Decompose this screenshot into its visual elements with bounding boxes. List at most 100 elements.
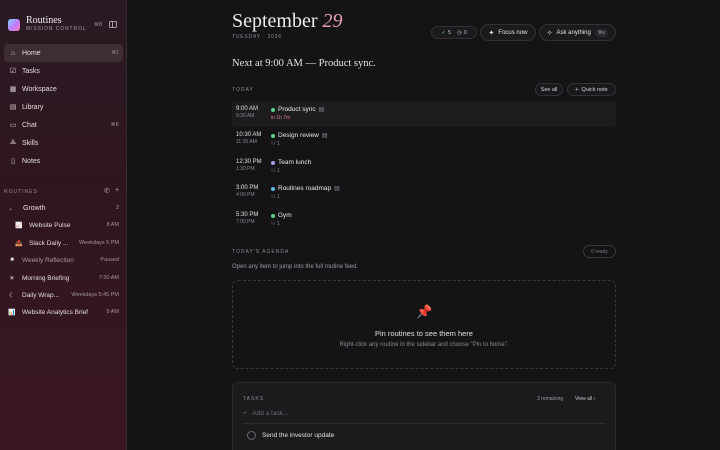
routine-schedule: 9 AM	[106, 309, 119, 315]
main-content: September 29 TUESDAY · 2026 ✓ 5 ◷ 0 ✦ Fo…	[128, 0, 720, 450]
square-icon: ■	[10, 257, 14, 263]
empty-state-title: Pin routines to see them here	[375, 329, 473, 338]
tasks-remaining-count: 3 remaining	[537, 396, 564, 402]
routine-schedule: 7:30 AM	[98, 275, 119, 281]
event-status-dot	[271, 134, 275, 139]
event-start-time: 3:00 PM	[236, 185, 259, 192]
routines-section-header: ROUTINES ✆ +	[4, 187, 123, 196]
sidebar-item-workspace[interactable]: ▦ Workspace	[4, 80, 123, 98]
event-end-time: 9:30 AM	[236, 113, 255, 119]
done-count: 5	[447, 29, 451, 36]
grid-icon: ▦	[9, 86, 17, 93]
task-checkbox[interactable]	[247, 431, 256, 440]
check-circle-icon: ✓	[441, 29, 446, 36]
focus-label: Focus now	[498, 29, 528, 36]
sidebar-item-label: Workspace	[22, 85, 57, 93]
routine-name: Slack Daily ...	[29, 239, 69, 247]
event-row[interactable]: 12:30 PM 1:30 PM Team lunch ⚇ 1	[232, 154, 616, 180]
ask-shortcut: ⌘K	[594, 28, 609, 37]
event-start-time: 5:30 PM	[236, 211, 259, 218]
pending-count: 0	[463, 29, 467, 36]
add-routine-icon[interactable]: +	[115, 187, 119, 194]
routine-schedule: Weekdays 5:45 PM	[71, 292, 119, 298]
focus-now-button[interactable]: ✦ Focus now	[480, 24, 536, 41]
sidebar-item-skills[interactable]: ⟁ Skills	[4, 134, 123, 152]
routine-item[interactable]: 📥 Slack Daily ... Weekdays 5 PM	[4, 236, 123, 250]
moon-icon: ☾	[9, 292, 15, 299]
skills-icon: ⟁	[9, 139, 17, 146]
attendee-count: 1	[276, 220, 280, 227]
notes-icon: ▤	[334, 186, 340, 193]
phone-icon[interactable]: ✆	[104, 187, 110, 195]
routine-item[interactable]: 📈 Website Pulse 8 AM	[4, 218, 123, 232]
agenda-section-label: TODAY'S AGENDA	[232, 249, 290, 255]
quick-note-label: Quick note	[581, 86, 608, 93]
event-status-dot	[271, 160, 275, 165]
event-start-time: 12:30 PM	[236, 158, 262, 165]
event-start-time: 10:30 AM	[236, 132, 262, 139]
event-status-dot	[271, 187, 275, 192]
month: September	[232, 10, 318, 32]
sidebar-item-notes[interactable]: ▯ Notes	[4, 152, 123, 170]
chevron-right-icon: ›	[593, 396, 596, 402]
routine-item[interactable]: 📊 Website Analytics Brief 9 AM	[4, 305, 123, 319]
routine-item[interactable]: ☀ Morning Briefing 7:30 AM	[4, 271, 123, 285]
sparkle-icon: ✦	[488, 29, 495, 37]
event-end-time: 4:00 PM	[236, 192, 255, 199]
sidebar-item-label: Tasks	[22, 67, 40, 75]
chart-icon: 📈	[15, 222, 23, 229]
page-title: September 29	[232, 10, 343, 33]
group-name: Growth	[23, 204, 46, 212]
event-row[interactable]: 3:00 PM 4:00 PM Routines roadmap ▤ ⚇ 1	[232, 180, 616, 206]
event-row[interactable]: 10:30 AM 11:15 AM Design review ▤ ⚇ 1	[232, 127, 616, 153]
chevron-down-icon: ⌄	[8, 205, 14, 212]
event-start-time: 9:00 AM	[236, 106, 259, 112]
book-icon: ▤	[9, 104, 17, 111]
note-icon: ▯	[11, 158, 15, 165]
event-countdown: in 1h 7m	[271, 115, 291, 121]
task-item[interactable]: Send the investor update	[247, 431, 334, 440]
app-logo	[8, 18, 20, 31]
event-list: 9:00 AM 9:30 AM Product sync ▤ in 1h 7m 10:30…	[232, 101, 616, 233]
sidebar-item-label: Library	[22, 103, 44, 111]
quick-note-button[interactable]: + Quick note	[567, 83, 616, 96]
add-task-input[interactable]: + Add a task...	[243, 410, 288, 417]
status-badges[interactable]: ✓ 5 ◷ 0	[431, 26, 477, 39]
sidebar-item-tasks[interactable]: ☑ Tasks	[4, 62, 123, 80]
sidebar-toggle-icon[interactable]	[109, 21, 117, 28]
sidebar-item-chat[interactable]: ▭ Chat ⌘K	[4, 116, 123, 134]
shortcut-hint: ⌘1	[111, 50, 119, 56]
routine-item[interactable]: ■ Weekly Reflection Paused	[4, 253, 123, 267]
event-title: Team lunch	[278, 158, 312, 166]
plus-icon: +	[575, 86, 579, 93]
main-nav: ⌂ Home ⌘1 ☑ Tasks ▦ Workspace ▤ Library ▭ Chat ⌘K ⟁ S…	[4, 44, 123, 170]
sidebar: Routines MISSION CONTROL ⌘B ⌂ Home ⌘1 ☑ Task…	[0, 0, 127, 450]
ask-anything-button[interactable]: ✧ Ask anything ⌘K	[539, 24, 616, 41]
view-all-tasks-link[interactable]: View all ›	[575, 396, 595, 402]
sidebar-shortcut-hint: ⌘B	[94, 22, 103, 28]
routine-schedule: Weekdays 5 PM	[79, 240, 119, 246]
attendee-count: 1	[276, 141, 280, 148]
brand[interactable]: Routines MISSION CONTROL	[8, 16, 86, 33]
event-row[interactable]: 9:00 AM 9:30 AM Product sync ▤ in 1h 7m	[232, 101, 616, 128]
event-title: Design review	[278, 132, 319, 140]
routine-item[interactable]: ☾ Daily Wrap... Weekdays 5:45 PM	[4, 288, 123, 302]
sidebar-item-library[interactable]: ▤ Library	[4, 98, 123, 116]
inbox-icon: 📥	[15, 240, 23, 247]
sidebar-item-label: Notes	[22, 157, 41, 165]
sun-icon: ☀	[9, 275, 15, 282]
event-status-dot	[271, 108, 275, 112]
divider	[243, 423, 605, 424]
see-all-button[interactable]: See all	[535, 83, 563, 96]
sparkles-icon: ✧	[546, 29, 553, 37]
event-end-time: 11:15 AM	[236, 139, 257, 146]
sidebar-item-home[interactable]: ⌂ Home ⌘1	[4, 44, 123, 62]
pushpin-icon: 📌	[416, 304, 433, 319]
task-text: Send the investor update	[262, 432, 335, 439]
routine-group-growth[interactable]: ⌄ Growth 2	[4, 202, 123, 214]
event-row[interactable]: 5:30 PM 7:00 PM Gym ⚇ 1	[232, 207, 616, 233]
add-task-placeholder: Add a task...	[252, 410, 289, 417]
ask-label: Ask anything	[556, 29, 591, 36]
today-section-label: TODAY	[232, 87, 254, 93]
pinned-routines-empty-state: 📌 Pin routines to see them here Right-cl…	[232, 280, 616, 369]
